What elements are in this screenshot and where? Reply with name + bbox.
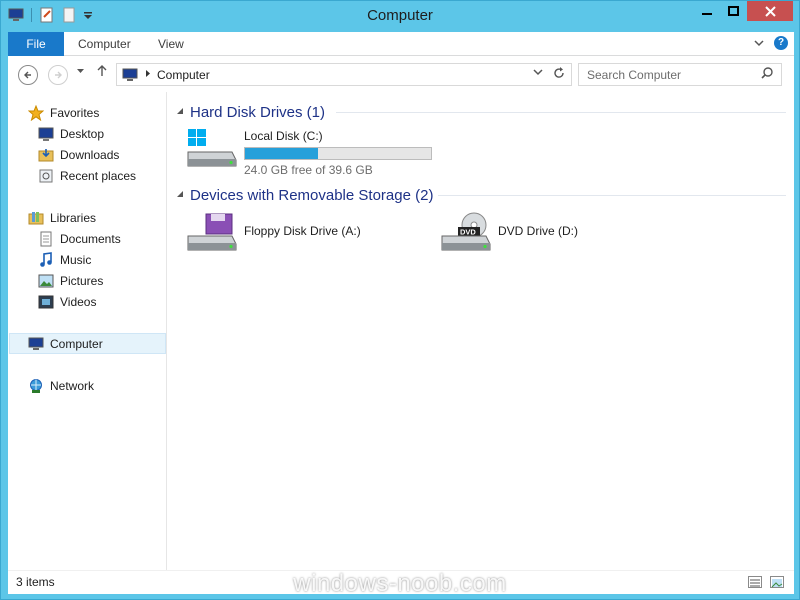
explorer-window: Computer File Computer View ? Computer S… [0,0,800,600]
group-header-removable-storage[interactable]: Devices with Removable Storage (2) [176,184,786,206]
sidebar-item-videos[interactable]: Videos [38,291,166,312]
help-icon[interactable]: ? [774,36,788,50]
drive-local-disk-c[interactable]: Local Disk (C:) 24.0 GB free of 39.6 GB [186,128,446,178]
search-placeholder: Search Computer [587,68,682,82]
sidebar-item-label: Desktop [60,126,105,141]
sidebar-item-libraries[interactable]: Libraries [28,207,166,228]
back-button[interactable] [18,65,38,85]
computer-icon [121,67,139,86]
details-view-icon[interactable] [748,576,762,588]
group-title: Hard Disk Drives (1) [190,103,326,121]
documents-icon [38,231,54,247]
status-bar: 3 items [8,570,794,594]
libraries-icon [28,210,44,226]
sidebar-item-desktop[interactable]: Desktop [38,123,166,144]
drive-name: Local Disk (C:) [244,129,323,143]
group-header-hard-disk-drives[interactable]: Hard Disk Drives (1) [176,101,786,123]
refresh-icon[interactable] [553,66,565,83]
navigation-bar: Computer Search Computer [8,56,794,92]
computer-icon [28,336,44,352]
sidebar-item-label: Music [60,252,92,267]
pictures-icon [38,273,54,289]
group-divider [438,195,786,196]
sidebar-item-label: Downloads [60,147,120,162]
forward-button[interactable] [48,65,68,85]
sidebar-item-label: Documents [60,231,121,246]
downloads-folder-icon [38,147,54,163]
title-bar: Computer [1,1,799,31]
music-icon [38,251,54,268]
view-switcher [748,576,784,588]
address-bar[interactable]: Computer [116,63,572,86]
drive-name: Floppy Disk Drive (A:) [244,224,361,238]
arrow-left-icon [24,71,31,79]
sidebar-item-documents[interactable]: Documents [38,228,166,249]
sidebar-item-computer[interactable]: Computer [9,333,166,354]
recent-locations-icon[interactable] [76,66,85,78]
desktop-icon [38,126,54,142]
disk-usage-fill [245,148,319,159]
window-controls [693,1,793,21]
large-icons-view-icon[interactable] [770,576,784,588]
sidebar-item-label: Videos [60,294,97,309]
breadcrumb[interactable]: Computer [157,68,210,82]
search-icon[interactable] [761,67,773,82]
sidebar-item-label: Network [50,378,95,393]
sidebar-item-pictures[interactable]: Pictures [38,270,166,291]
window-title: Computer [367,7,433,24]
maximize-button[interactable] [720,1,747,21]
explorer-body: Favorites Desktop Downloads Recent place… [8,92,794,570]
arrow-right-icon [55,71,62,79]
navigation-pane: Favorites Desktop Downloads Recent place… [8,92,167,570]
group-divider [336,112,786,113]
search-input[interactable]: Search Computer [578,63,782,86]
collapse-arrow-icon[interactable] [176,107,190,117]
group-title: Devices with Removable Storage (2) [190,186,434,204]
tab-view[interactable]: View [144,32,198,56]
sidebar-item-label: Recent places [60,168,137,183]
sidebar-item-favorites[interactable]: Favorites [27,102,166,123]
svg-text:DVD: DVD [460,228,476,237]
minimize-button[interactable] [693,1,720,21]
content-pane: Hard Disk Drives (1) Local Disk (C:) 24.… [176,92,794,570]
drive-name: DVD Drive (D:) [498,224,578,238]
close-button[interactable] [747,1,793,21]
drive-dvd-d[interactable]: DVD DVD Drive (D:) [440,212,640,262]
sidebar-item-label: Libraries [50,210,97,225]
sidebar-item-label: Pictures [60,273,104,288]
tab-computer[interactable]: Computer [64,32,145,56]
up-arrow-icon[interactable] [97,65,107,80]
disk-usage-bar [244,147,432,160]
tab-file[interactable]: File [8,32,64,56]
network-icon [28,378,44,394]
sidebar-item-music[interactable]: Music [38,249,166,270]
sidebar-item-downloads[interactable]: Downloads [38,144,166,165]
expand-ribbon-icon[interactable] [754,36,764,50]
address-dropdown-icon[interactable] [533,68,543,79]
hard-drive-icon [186,128,238,170]
floppy-drive-icon [186,212,238,254]
sidebar-item-network[interactable]: Network [28,375,166,396]
breadcrumb-chevron-icon[interactable] [145,69,151,80]
recent-places-icon [38,168,54,184]
ribbon-right-controls: ? [754,36,788,50]
sidebar-item-recent-places[interactable]: Recent places [38,165,166,186]
collapse-arrow-icon[interactable] [176,190,190,200]
drive-free-space: 24.0 GB free of 39.6 GB [244,163,373,177]
dvd-drive-icon: DVD [440,212,492,254]
item-count: 3 items [16,575,55,589]
ribbon-tabs: File Computer View ? [8,32,794,56]
videos-icon [38,294,54,310]
star-icon [27,104,45,121]
sidebar-item-label: Computer [50,336,103,351]
sidebar-item-label: Favorites [50,105,100,120]
drive-floppy-a[interactable]: Floppy Disk Drive (A:) [186,212,416,262]
